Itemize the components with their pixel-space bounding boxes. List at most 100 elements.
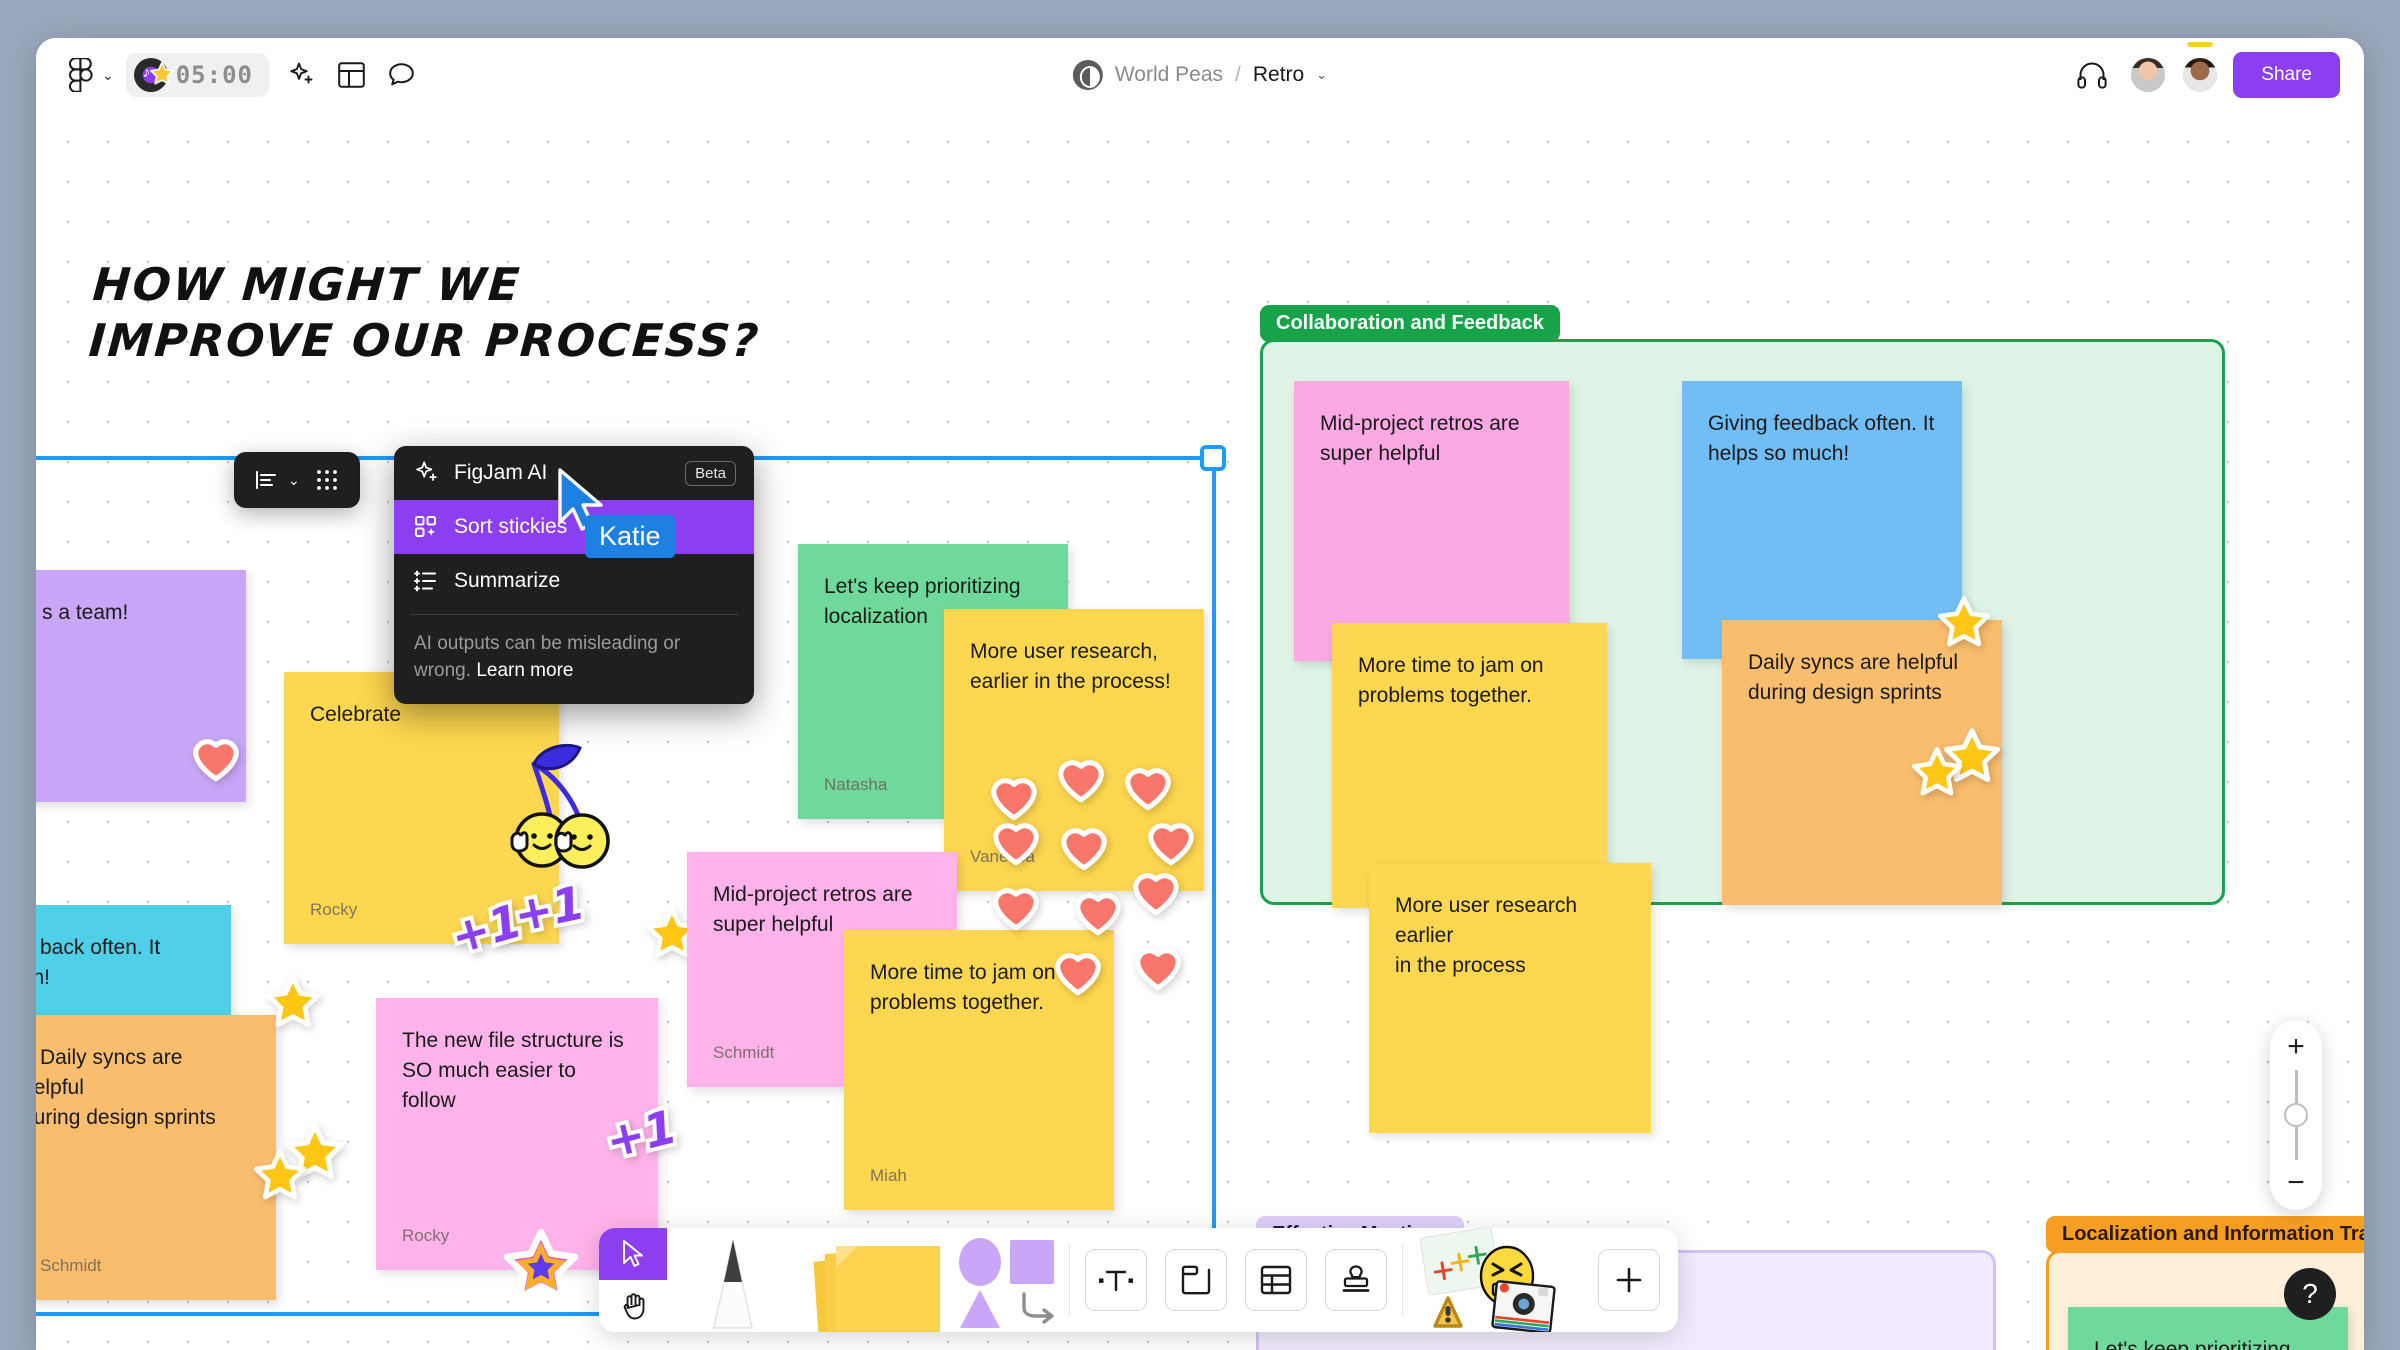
tool-mode-group (599, 1228, 667, 1332)
shapes-tool[interactable] (951, 1228, 1063, 1332)
cursor-tool[interactable] (599, 1228, 667, 1280)
sticky-note[interactable]: s a team! (36, 570, 246, 802)
ai-menu-item-label: Sort stickies (454, 515, 568, 538)
zoom-control: + − (2270, 1020, 2322, 1210)
ai-menu-title: FigJam AI (454, 461, 548, 484)
divider (1069, 1244, 1070, 1316)
sticky-text: More user research, earlier in the proces… (970, 640, 1171, 693)
breadcrumb: World Peas / Retro ⌄ (1072, 60, 1327, 90)
sticky-text: Let's keep prioritizinglocalization (2094, 1338, 2291, 1350)
zoom-slider-handle[interactable] (2284, 1103, 2308, 1127)
sticky-text: The new file structure is SO much easier … (402, 1029, 624, 1112)
template-layout-icon[interactable] (329, 52, 375, 98)
sticky-text: Daily syncs are helpfulduring design spr… (36, 1046, 216, 1129)
figjam-app: ⌄ ♪ 05:00 World Peas / Retro ⌄ Share HOW… (0, 0, 2400, 1350)
breadcrumb-file[interactable]: Retro (1253, 63, 1304, 87)
sticky-note[interactable]: Daily syncs are helpfulduring design spr… (1722, 620, 2002, 905)
music-record-star-icon: ♪ (133, 58, 174, 92)
divider (410, 614, 738, 615)
sticky-note[interactable]: Mid-project retros are super helpful (1294, 381, 1569, 661)
section-frame-icon (1181, 1265, 1211, 1295)
hand-icon (623, 1293, 644, 1320)
stamp-icon (1342, 1265, 1370, 1292)
table-tool[interactable] (1245, 1249, 1307, 1311)
sticky-note[interactable]: Celebrate Rocky (284, 672, 559, 944)
sticky-text: Celebrate (310, 703, 402, 726)
top-toolbar-left: ⌄ ♪ 05:00 (36, 52, 425, 98)
top-toolbar: ⌄ ♪ 05:00 World Peas / Retro ⌄ Share (36, 38, 2364, 112)
avatar[interactable] (2181, 56, 2220, 94)
page-title: HOW MIGHT WE IMPROVE OUR PROCESS? (87, 258, 763, 368)
sticky-author: Rocky (310, 899, 358, 919)
sort-stickies-icon (415, 516, 436, 537)
ai-menu-item-summarize[interactable]: Summarize (394, 554, 754, 608)
hand-tool[interactable] (599, 1280, 667, 1332)
bottom-toolbar (599, 1226, 1678, 1334)
sticky-note[interactable]: Daily syncs are helpfulduring design spr… (36, 1015, 276, 1300)
sticky-author: Schmidt (40, 1255, 102, 1275)
section-label[interactable]: Collaboration and Feedback (1260, 305, 1560, 342)
sticky-text: Daily syncs are helpfulduring design spr… (1748, 651, 1959, 704)
app-window: ⌄ ♪ 05:00 World Peas / Retro ⌄ Share HOW… (36, 38, 2364, 1350)
sticky-text: Giving feedback often. It helps so much! (1708, 412, 1935, 465)
ai-sparkle-icon[interactable] (279, 52, 325, 98)
sticky-text: More time to jam on problems together. (1358, 654, 1544, 707)
sticky-note[interactable]: More user research earlier in the process (1369, 863, 1651, 1133)
top-toolbar-right: Share (2069, 42, 2364, 98)
table-grid-icon (1260, 1265, 1292, 1295)
board-canvas[interactable]: HOW MIGHT WE IMPROVE OUR PROCESS? Collabo… (36, 112, 2364, 1350)
section-label[interactable]: Localization and Information Tracking (2046, 1216, 2364, 1253)
breadcrumb-separator: / (1235, 63, 1241, 86)
share-button[interactable]: Share (2233, 52, 2340, 98)
sticky-text: Mid-project retros are super helpful (713, 883, 913, 936)
more-tool[interactable] (1598, 1249, 1660, 1311)
text-t-icon (1099, 1270, 1133, 1292)
zoom-out-button[interactable]: − (2287, 1168, 2305, 1198)
learn-more-link[interactable]: Learn more (476, 660, 573, 681)
sticky-tool[interactable] (799, 1228, 951, 1332)
selection-region-edge (1212, 456, 1216, 1316)
sticky-author: Miah (870, 1165, 907, 1185)
ai-disclaimer: AI outputs can be misleading or wrong. L… (394, 621, 754, 704)
timer-widget[interactable]: ♪ 05:00 (125, 53, 269, 97)
divider (1402, 1244, 1403, 1316)
stamp-tool[interactable] (1325, 1249, 1387, 1311)
headphones-icon[interactable] (2069, 52, 2115, 98)
sticky-text: s a team! (42, 601, 129, 624)
align-left-icon[interactable] (244, 458, 290, 502)
figma-logo-icon[interactable] (58, 52, 104, 98)
sticky-text: More user research earlier in the process (1395, 894, 1578, 977)
team-avatar-icon[interactable] (1072, 60, 1103, 90)
sticky-author: Rocky (402, 1225, 450, 1245)
plus-icon (1616, 1267, 1642, 1293)
sticky-note[interactable]: Giving feedback often. It helps so much! (1682, 381, 1962, 659)
cursor-arrow-icon (623, 1240, 643, 1267)
ai-menu-item-label: Summarize (454, 569, 561, 592)
avatar-active-indicator (2187, 42, 2214, 47)
comment-bubble-icon[interactable] (379, 52, 425, 98)
sticky-text: More time to jam on problems together. (870, 961, 1056, 1014)
avatar-active-wrap (2181, 42, 2220, 94)
chevron-down-icon[interactable]: ⌄ (288, 472, 300, 489)
sticky-text: Mid-project retros are super helpful (1320, 412, 1520, 465)
breadcrumb-project[interactable]: World Peas (1115, 63, 1223, 87)
avatar[interactable] (2129, 56, 2168, 94)
selection-handle[interactable] (1200, 445, 1226, 471)
sticky-note[interactable]: More time to jam on problems together. Mi… (844, 930, 1114, 1210)
widgets-tool[interactable] (1409, 1226, 1589, 1334)
beta-badge: Beta (685, 460, 736, 486)
sticky-note[interactable]: More user research, earlier in the proces… (944, 609, 1204, 891)
grid-dots-icon[interactable] (304, 458, 350, 502)
ai-sparkle-icon (416, 461, 437, 481)
chevron-down-icon[interactable]: ⌄ (1316, 67, 1327, 83)
zoom-slider-track[interactable] (2284, 1070, 2308, 1160)
collaborator-cursor: Katie (554, 467, 675, 558)
pencil-tool[interactable] (667, 1228, 799, 1332)
chevron-down-icon[interactable]: ⌄ (102, 67, 114, 84)
sticky-author: Schmidt (713, 1042, 775, 1062)
help-button[interactable]: ? (2284, 1268, 2336, 1320)
zoom-in-button[interactable]: + (2287, 1032, 2305, 1062)
summarize-list-icon (414, 570, 436, 592)
text-tool[interactable] (1085, 1249, 1147, 1311)
section-tool[interactable] (1165, 1249, 1227, 1311)
